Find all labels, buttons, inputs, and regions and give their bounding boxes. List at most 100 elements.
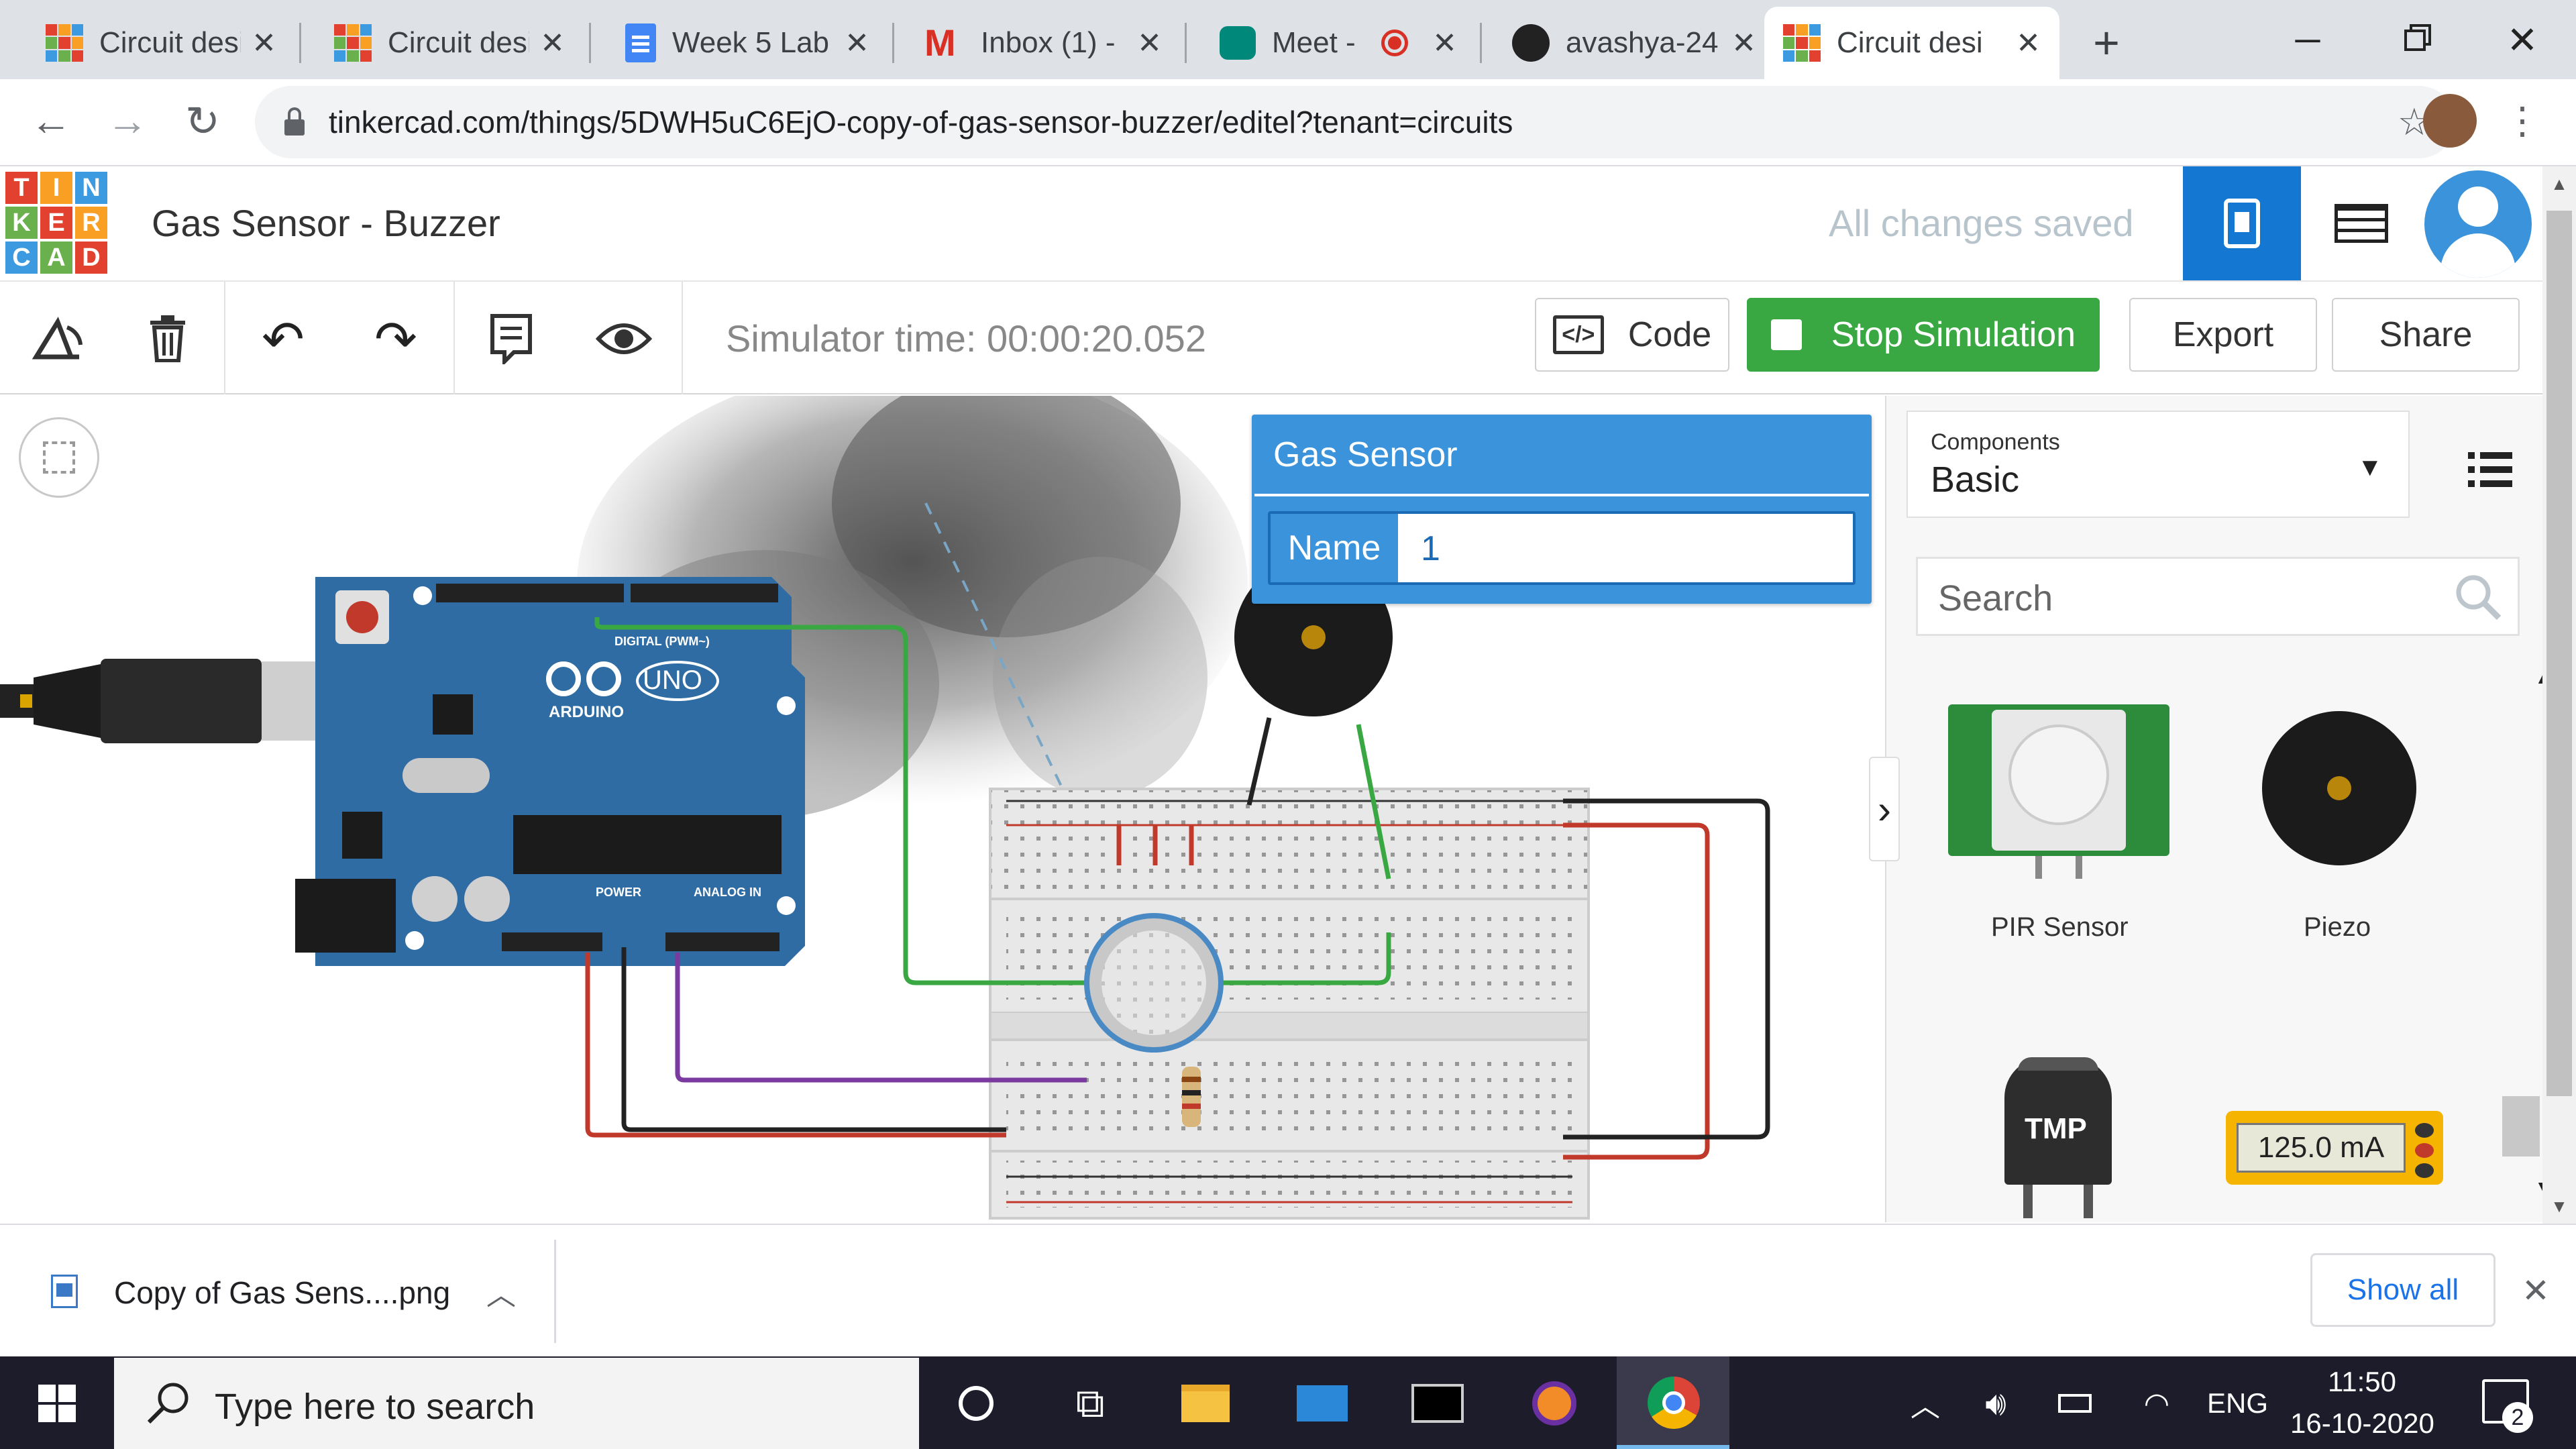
- tray-overflow-icon[interactable]: ︿: [1905, 1383, 1945, 1424]
- tab-title: Meet -: [1272, 26, 1356, 59]
- browser-menu-icon[interactable]: ⋮: [2502, 94, 2542, 148]
- clock-time[interactable]: 11:50: [2328, 1366, 2396, 1398]
- name-input[interactable]: 1: [1421, 529, 1440, 569]
- component-temperature-sensor[interactable]: TMP: [2004, 1057, 2112, 1218]
- component-search[interactable]: Search: [1916, 557, 2520, 636]
- file-explorer-icon[interactable]: [1175, 1377, 1236, 1430]
- scroll-thumb[interactable]: [2546, 211, 2572, 1096]
- export-button[interactable]: Export: [2129, 298, 2317, 372]
- close-icon[interactable]: ✕: [1731, 26, 1756, 60]
- browser-tab-bar: Circuit desi ✕ Circuit desi ✕ Week 5 Lab…: [0, 0, 2576, 79]
- tab-title: Inbox (1) -: [981, 26, 1116, 59]
- clock-date[interactable]: 16-10-2020: [2290, 1407, 2434, 1440]
- tab-title: Circuit desi: [388, 26, 530, 59]
- scroll-down-icon[interactable]: ▼: [2545, 1193, 2573, 1220]
- show-all-button[interactable]: Show all: [2310, 1253, 2496, 1327]
- browser-tab[interactable]: Circuit desi ✕: [315, 7, 584, 79]
- stop-simulation-button[interactable]: Stop Simulation: [1747, 298, 2100, 372]
- schematic-view-button[interactable]: [2302, 166, 2420, 280]
- tinkercad-header: T I N K E R C A D Gas Sensor - Buzzer Al…: [0, 166, 2576, 282]
- back-icon[interactable]: ←: [24, 94, 78, 148]
- user-avatar[interactable]: [2424, 170, 2532, 278]
- browser-tab[interactable]: Week 5 Lab ✕: [606, 7, 888, 79]
- browser-tab-active[interactable]: Circuit desi ✕: [1764, 7, 2059, 79]
- project-title[interactable]: Gas Sensor - Buzzer: [152, 201, 500, 245]
- tinkercad-logo[interactable]: T I N K E R C A D: [5, 172, 107, 274]
- circuit-view-button[interactable]: [2183, 166, 2301, 280]
- google-meet-icon: [1220, 26, 1256, 60]
- collapse-panel-icon[interactable]: ›: [1869, 757, 1900, 861]
- close-icon[interactable]: ✕: [845, 26, 869, 60]
- browser-tab[interactable]: Circuit desi ✕: [27, 7, 295, 79]
- code-editor-icon: </>: [1552, 315, 1604, 354]
- digital-header-label: DIGITAL (PWM~): [614, 635, 710, 648]
- close-icon[interactable]: ✕: [540, 26, 565, 60]
- windows-start-icon[interactable]: [20, 1377, 94, 1430]
- browser-tab[interactable]: M Inbox (1) - ✕: [906, 7, 1181, 79]
- analog-header-label: ANALOG IN: [694, 885, 761, 899]
- component-label: PIR Sensor: [1991, 912, 2129, 942]
- table-icon: [2334, 204, 2388, 243]
- notes-icon[interactable]: [478, 309, 545, 369]
- share-button[interactable]: Share: [2332, 298, 2520, 372]
- task-view-icon[interactable]: ⧉: [1060, 1377, 1120, 1430]
- close-icon[interactable]: ✕: [1137, 26, 1162, 60]
- browser-tab[interactable]: Meet - ✕: [1201, 7, 1476, 79]
- address-bar[interactable]: tinkercad.com/things/5DWH5uC6EjO-copy-of…: [255, 86, 2455, 158]
- page-scrollbar[interactable]: ▲ ▼: [2542, 166, 2576, 1224]
- terminal-icon[interactable]: [1407, 1377, 1468, 1430]
- new-tab-icon[interactable]: +: [2080, 16, 2133, 70]
- component-label: TMP: [2025, 1112, 2087, 1145]
- list-view-icon[interactable]: [2450, 436, 2530, 503]
- window-close-icon[interactable]: ✕: [2496, 13, 2549, 67]
- panel-scrollbar[interactable]: [2502, 1096, 2540, 1157]
- volume-icon[interactable]: 🔊︎: [1972, 1383, 2019, 1424]
- restore-icon[interactable]: [2388, 13, 2442, 67]
- gas-sensor[interactable]: [1084, 913, 1224, 1053]
- taskbar-search[interactable]: Type here to search: [114, 1358, 919, 1449]
- delete-icon[interactable]: [134, 309, 201, 369]
- battery-icon[interactable]: [2051, 1383, 2098, 1424]
- chrome-taskbar-button[interactable]: [1617, 1356, 1729, 1449]
- undo-icon[interactable]: ↶: [250, 309, 317, 369]
- close-icon[interactable]: ✕: [2016, 26, 2041, 60]
- taskbar-search-placeholder: Type here to search: [215, 1387, 535, 1427]
- close-download-bar-icon[interactable]: ✕: [2510, 1265, 2561, 1316]
- language-indicator[interactable]: ENG: [2207, 1387, 2268, 1419]
- code-button[interactable]: </> Code: [1535, 298, 1729, 372]
- circuit-canvas[interactable]: ARDUINO UNO DIGITAL (PWM~) POWER ANALOG …: [0, 396, 1885, 1222]
- breadboard-icon: [2224, 199, 2260, 248]
- component-piezo[interactable]: Piezo: [2249, 711, 2430, 959]
- arduino-uno[interactable]: [295, 577, 805, 966]
- search-placeholder: Search: [1938, 578, 2053, 619]
- image-file-icon: [51, 1275, 78, 1308]
- cortana-icon[interactable]: [946, 1377, 1006, 1430]
- chevron-down-icon: ▼: [2357, 453, 2383, 482]
- download-filename[interactable]: Copy of Gas Sens....png: [114, 1275, 450, 1311]
- browser-tab[interactable]: avashya-24 ✕: [1493, 7, 1775, 79]
- reload-icon[interactable]: ↻: [176, 94, 229, 148]
- arduino-model: UNO: [643, 665, 702, 695]
- wifi-icon[interactable]: ◠: [2133, 1383, 2180, 1424]
- visibility-icon[interactable]: [590, 309, 657, 369]
- resistor[interactable]: [1182, 1067, 1201, 1127]
- profile-avatar[interactable]: [2423, 94, 2477, 148]
- component-multimeter[interactable]: 125.0 mA: [2226, 1111, 2443, 1185]
- component-category-dropdown[interactable]: Components Basic ▼: [1907, 411, 2410, 518]
- notifications-icon[interactable]: 2: [2482, 1379, 2533, 1433]
- tab-title: Circuit desi: [99, 26, 241, 59]
- scroll-up-icon[interactable]: ▲: [2545, 170, 2573, 197]
- component-pir-sensor[interactable]: PIR Sensor: [1948, 704, 2169, 959]
- chevron-up-icon[interactable]: ︿: [478, 1272, 525, 1312]
- mail-icon[interactable]: [1292, 1377, 1352, 1430]
- forward-icon[interactable]: →: [101, 94, 154, 148]
- redo-icon[interactable]: ↷: [362, 309, 429, 369]
- rotate-icon[interactable]: [24, 309, 91, 369]
- close-icon[interactable]: ✕: [1432, 26, 1457, 60]
- arduino-brand: ARDUINO: [549, 703, 624, 721]
- vpn-shield-icon[interactable]: [1524, 1377, 1585, 1430]
- minimize-icon[interactable]: ─: [2281, 13, 2334, 67]
- inspector-title: Gas Sensor: [1273, 435, 1458, 474]
- tinkercad-icon: [1783, 24, 1821, 62]
- close-icon[interactable]: ✕: [252, 26, 276, 60]
